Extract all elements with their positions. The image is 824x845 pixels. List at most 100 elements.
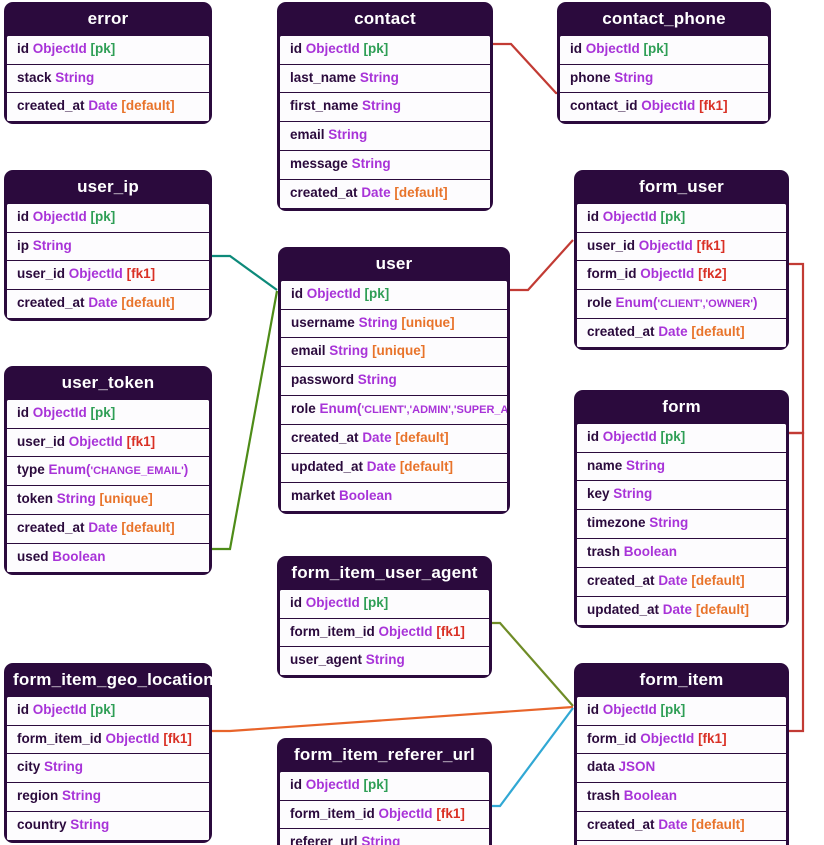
- field-row[interactable]: form_item_id ObjectId [fk1]: [280, 618, 489, 648]
- field-name: password: [291, 372, 355, 388]
- field-row[interactable]: first_name String: [280, 93, 490, 123]
- field-row[interactable]: created_at Date [default]: [281, 425, 507, 454]
- field-row[interactable]: password String: [281, 367, 507, 397]
- table-error[interactable]: error id ObjectId [pk] stack String created…: [4, 2, 212, 125]
- field-row[interactable]: form_item_id ObjectId [fk1]: [7, 725, 209, 755]
- field-row[interactable]: id ObjectId [pk]: [560, 35, 768, 65]
- table-user_ip[interactable]: user_ipid ObjectId [pk] ip String user_id …: [4, 170, 212, 322]
- field-row[interactable]: timezone String: [577, 510, 786, 540]
- field-row[interactable]: country String: [7, 812, 209, 841]
- field-row[interactable]: id ObjectId [pk]: [7, 399, 209, 429]
- field-row[interactable]: updated_at Date [default]: [281, 453, 507, 483]
- field-row[interactable]: ip String: [7, 232, 209, 262]
- field-row[interactable]: id ObjectId [pk]: [577, 423, 786, 453]
- relationship-line-contact-contact_phone: [493, 42, 557, 95]
- field-row[interactable]: user_id ObjectId [fk1]: [577, 232, 786, 262]
- field-row[interactable]: id ObjectId [pk]: [7, 203, 209, 233]
- field-row[interactable]: created_at Date [default]: [577, 812, 786, 842]
- field-row[interactable]: email String: [280, 122, 490, 152]
- field-attribute: [fk1]: [126, 266, 156, 282]
- field-row[interactable]: created_at Date [default]: [577, 568, 786, 597]
- table-form_item_geo_location[interactable]: form_item_geo_locationid ObjectId [pk] fo…: [4, 663, 212, 844]
- field-row[interactable]: created_at Date [default]: [7, 93, 209, 122]
- table-user[interactable]: user id ObjectId [pk] username String [uni…: [278, 247, 510, 514]
- field-row[interactable]: last_name String: [280, 64, 490, 94]
- table-form_item_referer_url[interactable]: form_item_referer_urlid ObjectId [pk] for…: [277, 738, 492, 845]
- field-row[interactable]: phone String: [560, 64, 768, 94]
- field-type: String: [56, 491, 96, 507]
- field-row[interactable]: id ObjectId [pk]: [577, 696, 786, 726]
- field-row[interactable]: id ObjectId [pk]: [7, 35, 209, 65]
- field-row[interactable]: data JSON: [577, 754, 786, 784]
- field-type: Date: [658, 817, 688, 833]
- field-type: ObjectId: [640, 730, 695, 746]
- field-row[interactable]: used Boolean: [7, 544, 209, 572]
- field-row[interactable]: id ObjectId [pk]: [280, 589, 489, 619]
- field-type: String: [32, 237, 72, 253]
- field-row[interactable]: form_id ObjectId [fk2]: [577, 261, 786, 291]
- table-title-user_ip: user_ip: [77, 177, 139, 196]
- field-row[interactable]: trash Boolean: [577, 539, 786, 569]
- field-attribute: [default]: [691, 817, 745, 833]
- field-row[interactable]: role Enum('CLIENT','ADMIN','SUPER_ADMIN'…: [281, 396, 507, 426]
- field-attribute: [pk]: [660, 208, 686, 224]
- field-row[interactable]: id ObjectId [pk]: [280, 35, 490, 65]
- table-title-user: user: [375, 254, 413, 273]
- field-row[interactable]: market Boolean: [281, 482, 507, 511]
- field-row[interactable]: created_at Date [default]: [7, 515, 209, 545]
- field-row[interactable]: id ObjectId [pk]: [7, 696, 209, 726]
- field-name: created_at: [291, 430, 359, 446]
- field-type: String: [351, 156, 391, 172]
- field-row[interactable]: key String: [577, 481, 786, 511]
- field-type: Date: [88, 520, 118, 536]
- field-name: created_at: [17, 98, 85, 114]
- field-row[interactable]: form_item_id ObjectId [fk1]: [280, 800, 489, 830]
- field-row[interactable]: stack String: [7, 64, 209, 94]
- field-row[interactable]: created_at Date [default]: [280, 180, 490, 208]
- field-type: Boolean: [623, 788, 678, 804]
- field-row[interactable]: id ObjectId [pk]: [281, 280, 507, 310]
- field-name: id: [587, 428, 599, 444]
- field-row[interactable]: user_id ObjectId [fk1]: [7, 428, 209, 458]
- table-title-form_item_referer_url: form_item_referer_url: [294, 745, 475, 764]
- field-row[interactable]: role Enum('CLIENT','OWNER'): [577, 290, 786, 320]
- field-row[interactable]: city String: [7, 754, 209, 784]
- field-row[interactable]: created_at Date [default]: [7, 290, 209, 319]
- field-row[interactable]: token String [unique]: [7, 486, 209, 516]
- table-form_item[interactable]: form_item id ObjectId [pk] form_id ObjectI…: [574, 663, 789, 845]
- field-row[interactable]: message String: [280, 151, 490, 181]
- field-type: Date: [658, 324, 688, 340]
- field-row[interactable]: id ObjectId [pk]: [577, 203, 786, 233]
- table-form_item_user_agent[interactable]: form_item_user_agent id ObjectId [pk] form…: [277, 556, 492, 679]
- field-row[interactable]: trash Boolean: [577, 783, 786, 813]
- field-row[interactable]: referer_url String: [280, 829, 489, 845]
- field-type: Date: [88, 98, 118, 114]
- field-row[interactable]: email String [unique]: [281, 338, 507, 368]
- field-list-contact_phone: id ObjectId [pk] phone String contact_id O…: [560, 35, 768, 122]
- field-row[interactable]: id ObjectId [pk]: [280, 771, 489, 801]
- field-attribute: [default]: [121, 295, 175, 311]
- table-form[interactable]: form id ObjectId [pk] name String key Strin…: [574, 390, 789, 628]
- field-name: id: [17, 40, 29, 56]
- field-type: ObjectId: [32, 40, 87, 56]
- field-row[interactable]: user_id ObjectId [fk1]: [7, 261, 209, 291]
- table-title-form_item_geo_location: form_item_geo_location: [13, 670, 212, 689]
- table-user_token[interactable]: user_token id ObjectId [pk] user_id Object…: [4, 366, 212, 575]
- field-name: id: [570, 40, 582, 56]
- field-row[interactable]: region String: [7, 783, 209, 813]
- field-row[interactable]: username String [unique]: [281, 309, 507, 339]
- field-type: ObjectId: [602, 701, 657, 717]
- field-row[interactable]: type Enum('CHANGE_EMAIL'): [7, 457, 209, 487]
- field-name: updated_at: [587, 601, 660, 617]
- field-row[interactable]: name String: [577, 452, 786, 482]
- field-row[interactable]: form_id ObjectId [fk1]: [577, 725, 786, 755]
- field-row[interactable]: created_at Date [default]: [577, 319, 786, 348]
- field-row[interactable]: updated_at Date [default]: [577, 596, 786, 625]
- field-type: ObjectId: [602, 208, 657, 224]
- field-row[interactable]: contact_id ObjectId [fk1]: [560, 93, 768, 122]
- table-contact_phone[interactable]: contact_phone id ObjectId [pk] phone Strin…: [557, 2, 771, 125]
- table-form_user[interactable]: form_user id ObjectId [pk] user_id ObjectI…: [574, 170, 789, 351]
- field-row[interactable]: user_agent String: [280, 647, 489, 676]
- table-contact[interactable]: contact id ObjectId [pk] last_name String f…: [277, 2, 493, 211]
- field-row[interactable]: updated_at Date [default]: [577, 841, 786, 845]
